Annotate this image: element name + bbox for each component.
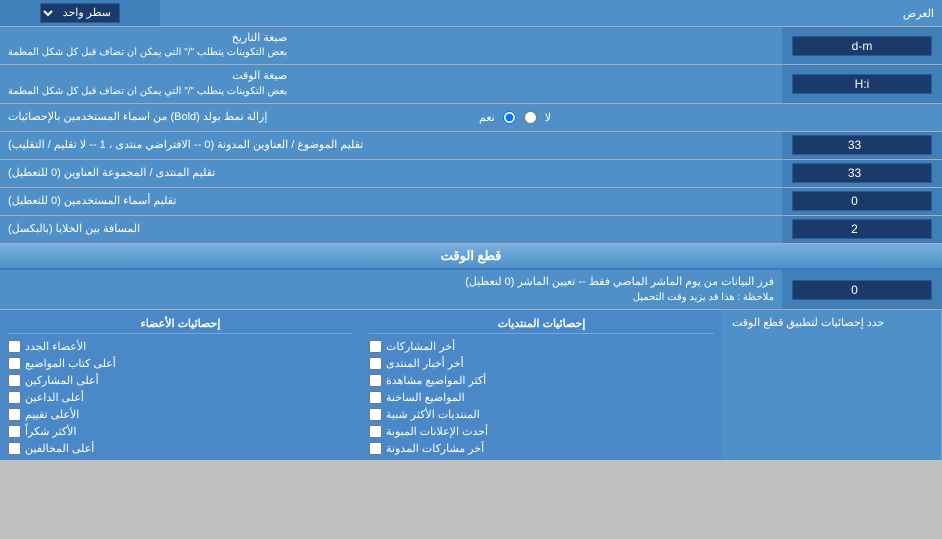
gap-input-cell	[782, 216, 942, 243]
forum-limit-label: تقليم المنتدى / المجموعة العناوين (0 للت…	[0, 160, 782, 187]
forum-limit-row: تقليم المنتدى / المجموعة العناوين (0 للت…	[0, 160, 942, 188]
member-stats-title: إحصائيات الأعضاء	[8, 314, 353, 334]
checkbox-forum-7[interactable]	[369, 442, 382, 455]
bold-no-radio[interactable]	[524, 111, 537, 124]
member-stats-item-3: أعلى المشاركين	[8, 373, 353, 388]
bold-no-label: لا	[545, 111, 551, 124]
forum-stats-col: إحصائيات المنتديات أخر المشاركات أخر أخب…	[361, 310, 722, 460]
forum-limit-input[interactable]	[792, 163, 932, 183]
stats-item-4: المواضيع الساخنة	[369, 390, 714, 405]
stats-item-1: أخر المشاركات	[369, 339, 714, 354]
username-limit-input-cell	[782, 188, 942, 215]
gap-row: المسافة بين الخلايا (بالبكسل)	[0, 216, 942, 244]
bold-label: إزالة نمط بولد (Bold) من اسماء المستخدمي…	[0, 104, 469, 131]
stats-item-3: أكثر المواضيع مشاهدة	[369, 373, 714, 388]
display-select[interactable]: سطر واحد سطرين ثلاثة أسطر	[40, 3, 120, 23]
stats-item-6: أحدث الإعلانات المبوبة	[369, 424, 714, 439]
cutoff-row: فرز البيانات من يوم الماشر الماضي فقط --…	[0, 270, 942, 311]
stats-item-7: أخر مشاركات المدونة	[369, 441, 714, 456]
top-row: العرض سطر واحد سطرين ثلاثة أسطر	[0, 0, 942, 27]
checkbox-member-2[interactable]	[8, 357, 21, 370]
topic-limit-input[interactable]	[792, 135, 932, 155]
topic-limit-label: تقليم الموضوع / العناوين المدونة (0 -- ا…	[0, 132, 782, 159]
username-limit-input[interactable]	[792, 191, 932, 211]
forum-limit-input-cell	[782, 160, 942, 187]
cutoff-label: فرز البيانات من يوم الماشر الماضي فقط --…	[0, 270, 782, 310]
member-stats-item-5: الأعلى تقييم	[8, 407, 353, 422]
checkbox-member-4[interactable]	[8, 391, 21, 404]
checkbox-forum-1[interactable]	[369, 340, 382, 353]
checkbox-forum-6[interactable]	[369, 425, 382, 438]
member-stats-item-6: الأكثر شكراً	[8, 424, 353, 439]
date-format-label: صيغة التاريخ بعض التكوينات يتطلب "/" الت…	[0, 27, 782, 64]
checkbox-member-5[interactable]	[8, 408, 21, 421]
member-stats-item-4: أعلى الداعين	[8, 390, 353, 405]
bold-row: لا نعم إزالة نمط بولد (Bold) من اسماء ال…	[0, 104, 942, 132]
member-stats-item-7: أعلى المخالفين	[8, 441, 353, 456]
stats-limit-label: حدد إحصائيات لتطبيق قطع الوقت	[722, 310, 942, 460]
bold-yes-radio[interactable]	[503, 111, 516, 124]
stats-item-2: أخر أخبار المنتدى	[369, 356, 714, 371]
gap-input[interactable]	[792, 219, 932, 239]
page-title: العرض	[160, 4, 942, 23]
topic-limit-row: تقليم الموضوع / العناوين المدونة (0 -- ا…	[0, 132, 942, 160]
stats-item-5: المنتديات الأكثر شبية	[369, 407, 714, 422]
cutoff-input-cell	[782, 270, 942, 310]
time-format-input-cell	[782, 65, 942, 102]
checkbox-forum-2[interactable]	[369, 357, 382, 370]
bold-yes-label: نعم	[479, 111, 495, 124]
date-format-input[interactable]	[792, 36, 932, 56]
time-format-label: صيغة الوقت بعض التكوينات يتطلب "/" التي …	[0, 65, 782, 102]
forum-stats-title: إحصائيات المنتديات	[369, 314, 714, 334]
member-stats-item-1: الأعضاء الجدد	[8, 339, 353, 354]
top-dropdown-cell: سطر واحد سطرين ثلاثة أسطر	[0, 0, 160, 26]
checkbox-forum-3[interactable]	[369, 374, 382, 387]
gap-label: المسافة بين الخلايا (بالبكسل)	[0, 216, 782, 243]
cutoff-section-header: قطع الوقت	[0, 244, 942, 270]
username-limit-row: تقليم أسماء المستخدمين (0 للتعطيل)	[0, 188, 942, 216]
member-stats-col: إحصائيات الأعضاء الأعضاء الجدد أعلى كتاب…	[0, 310, 361, 460]
main-container: العرض سطر واحد سطرين ثلاثة أسطر صيغة الت…	[0, 0, 942, 460]
cutoff-input[interactable]	[792, 280, 932, 300]
checkbox-member-1[interactable]	[8, 340, 21, 353]
checkbox-member-7[interactable]	[8, 442, 21, 455]
date-format-input-cell	[782, 27, 942, 64]
member-stats-item-2: أعلى كتاب المواضيع	[8, 356, 353, 371]
stats-section: حدد إحصائيات لتطبيق قطع الوقت إحصائيات ا…	[0, 310, 942, 460]
bold-radio-cell: لا نعم	[469, 104, 942, 131]
topic-limit-input-cell	[782, 132, 942, 159]
time-format-row: صيغة الوقت بعض التكوينات يتطلب "/" التي …	[0, 65, 942, 103]
date-format-row: صيغة التاريخ بعض التكوينات يتطلب "/" الت…	[0, 27, 942, 65]
username-limit-label: تقليم أسماء المستخدمين (0 للتعطيل)	[0, 188, 782, 215]
checkbox-forum-4[interactable]	[369, 391, 382, 404]
time-format-input[interactable]	[792, 74, 932, 94]
checkbox-member-6[interactable]	[8, 425, 21, 438]
checkbox-forum-5[interactable]	[369, 408, 382, 421]
checkbox-member-3[interactable]	[8, 374, 21, 387]
